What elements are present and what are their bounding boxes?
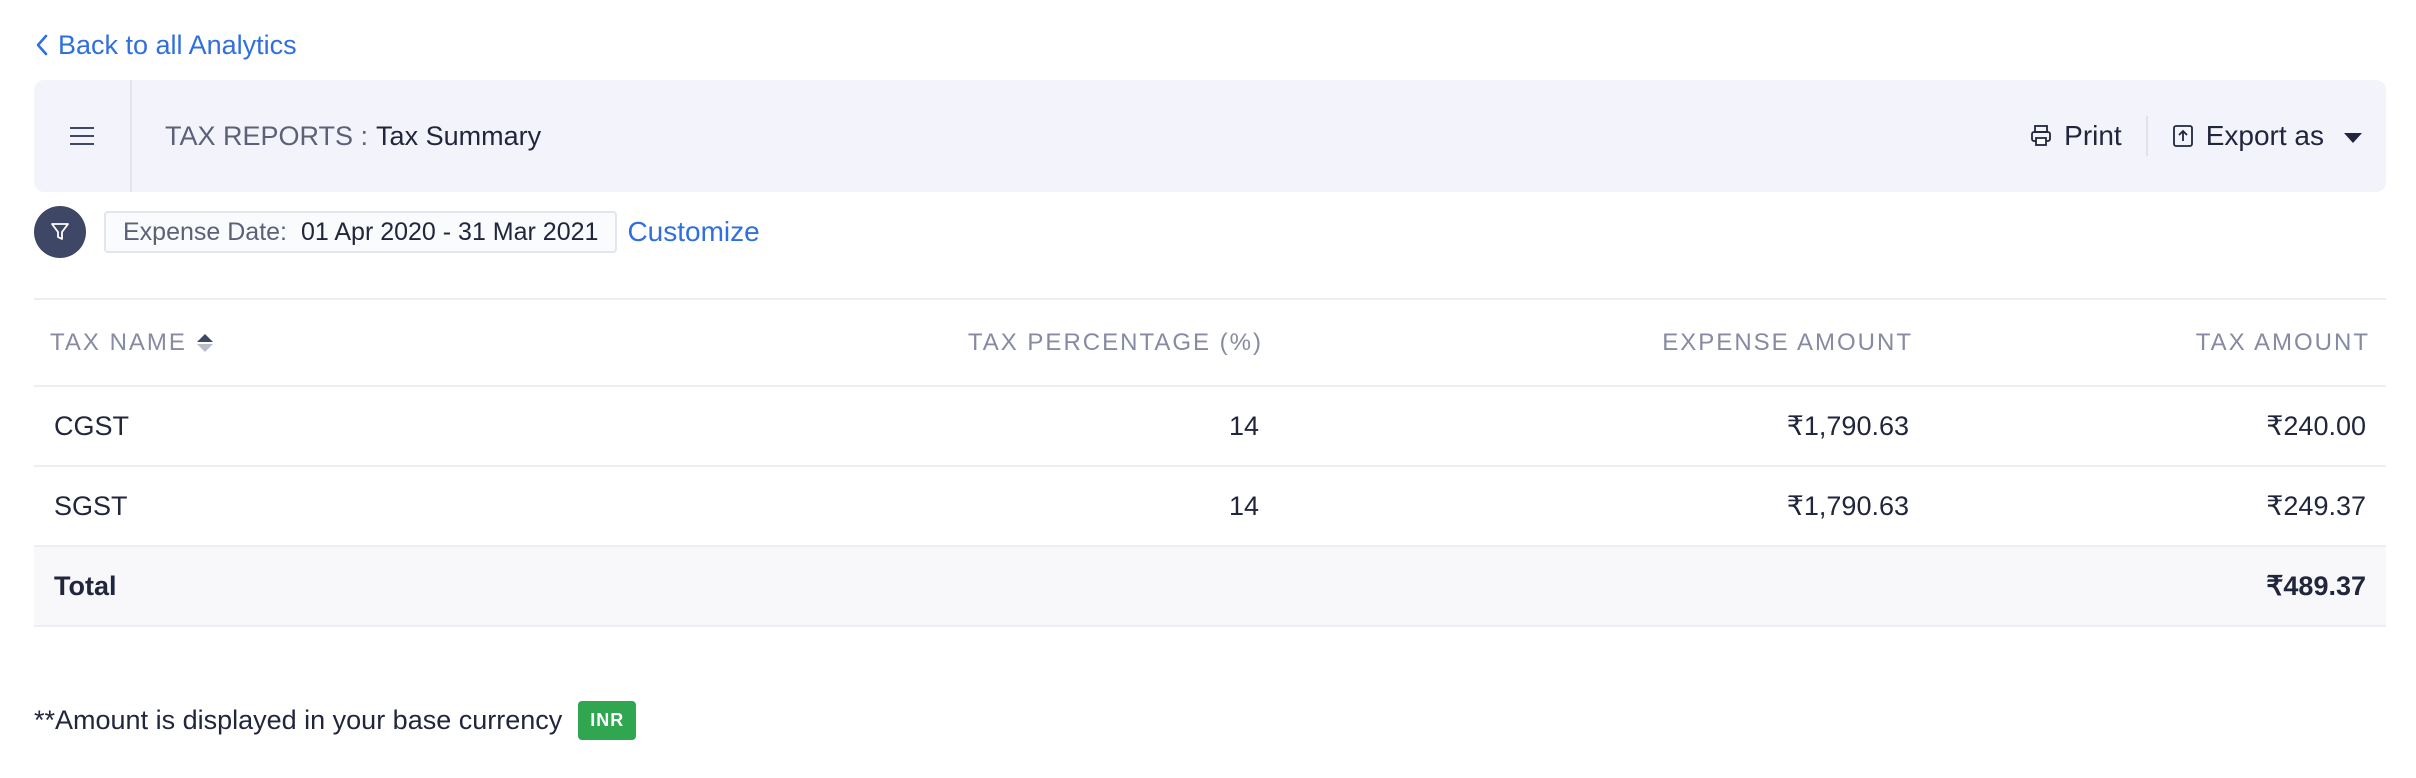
page-title: Tax Summary xyxy=(376,120,542,151)
total-expense-cell xyxy=(1279,546,1929,627)
tax-summary-table: TAX NAME TAX PERCENTAGE (%) EXPENSE AMOU… xyxy=(34,298,2386,627)
expense-amount-cell: ₹1,790.63 xyxy=(1279,466,1929,547)
table-header-row: TAX NAME TAX PERCENTAGE (%) EXPENSE AMOU… xyxy=(34,300,2386,387)
tax-summary-page: Back to all Analytics TAX REPORTS : Tax … xyxy=(0,22,2416,778)
filter-label: Expense Date: xyxy=(123,217,287,246)
column-header-tax-name[interactable]: TAX NAME xyxy=(34,300,694,387)
table-row: SGST 14 ₹1,790.63 ₹249.37 xyxy=(34,466,2386,547)
sort-icon[interactable] xyxy=(196,333,213,352)
filter-button[interactable] xyxy=(34,206,86,258)
filter-row: Expense Date: 01 Apr 2020 - 31 Mar 2021 … xyxy=(34,204,2376,260)
export-icon xyxy=(2172,125,2193,147)
export-button[interactable]: Export as xyxy=(2148,120,2386,152)
column-header-tax-amount: TAX AMOUNT xyxy=(1929,300,2386,387)
column-header-expense-amount: EXPENSE AMOUNT xyxy=(1279,300,1929,387)
printer-icon xyxy=(2031,125,2052,146)
report-category: TAX REPORTS : xyxy=(165,120,369,151)
caret-down-icon xyxy=(2344,133,2362,143)
tax-name-cell: SGST xyxy=(34,466,694,547)
column-header-tax-percentage: TAX PERCENTAGE (%) xyxy=(694,300,1279,387)
menu-button[interactable] xyxy=(34,80,132,192)
tax-name-cell: CGST xyxy=(34,386,694,467)
currency-badge: INR xyxy=(578,701,637,740)
tax-percentage-cell: 14 xyxy=(694,386,1279,467)
customize-link[interactable]: Customize xyxy=(627,216,759,248)
export-label: Export as xyxy=(2205,120,2324,151)
back-link-label: Back to all Analytics xyxy=(58,29,297,60)
report-header: TAX REPORTS : Tax Summary Print Export a… xyxy=(34,80,2386,192)
back-to-analytics-link[interactable]: Back to all Analytics xyxy=(34,22,297,68)
total-percentage-cell xyxy=(694,546,1279,627)
tax-amount-cell: ₹240.00 xyxy=(1929,386,2386,467)
expense-amount-cell: ₹1,790.63 xyxy=(1279,386,1929,467)
tax-amount-cell: ₹249.37 xyxy=(1929,466,2386,547)
footnote-text: **Amount is displayed in your base curre… xyxy=(34,705,563,735)
header-actions: Print Export as xyxy=(2006,80,2386,192)
hamburger-icon xyxy=(70,127,94,145)
total-tax-amount-cell: ₹489.37 xyxy=(1929,546,2386,627)
report-title: TAX REPORTS : Tax Summary xyxy=(132,121,2006,152)
currency-footnote: **Amount is displayed in your base curre… xyxy=(34,701,2376,740)
total-label-cell: Total xyxy=(34,546,694,627)
tax-percentage-cell: 14 xyxy=(694,466,1279,547)
print-button[interactable]: Print xyxy=(2006,120,2146,152)
total-row: Total ₹489.37 xyxy=(34,546,2386,627)
table-row: CGST 14 ₹1,790.63 ₹240.00 xyxy=(34,386,2386,467)
chevron-left-icon xyxy=(36,34,48,56)
print-label: Print xyxy=(2064,120,2122,151)
tax-name-header-label: TAX NAME xyxy=(50,328,187,356)
filter-value: 01 Apr 2020 - 31 Mar 2021 xyxy=(301,217,599,246)
filter-icon xyxy=(51,223,69,240)
expense-date-filter[interactable]: Expense Date: 01 Apr 2020 - 31 Mar 2021 xyxy=(104,211,618,253)
